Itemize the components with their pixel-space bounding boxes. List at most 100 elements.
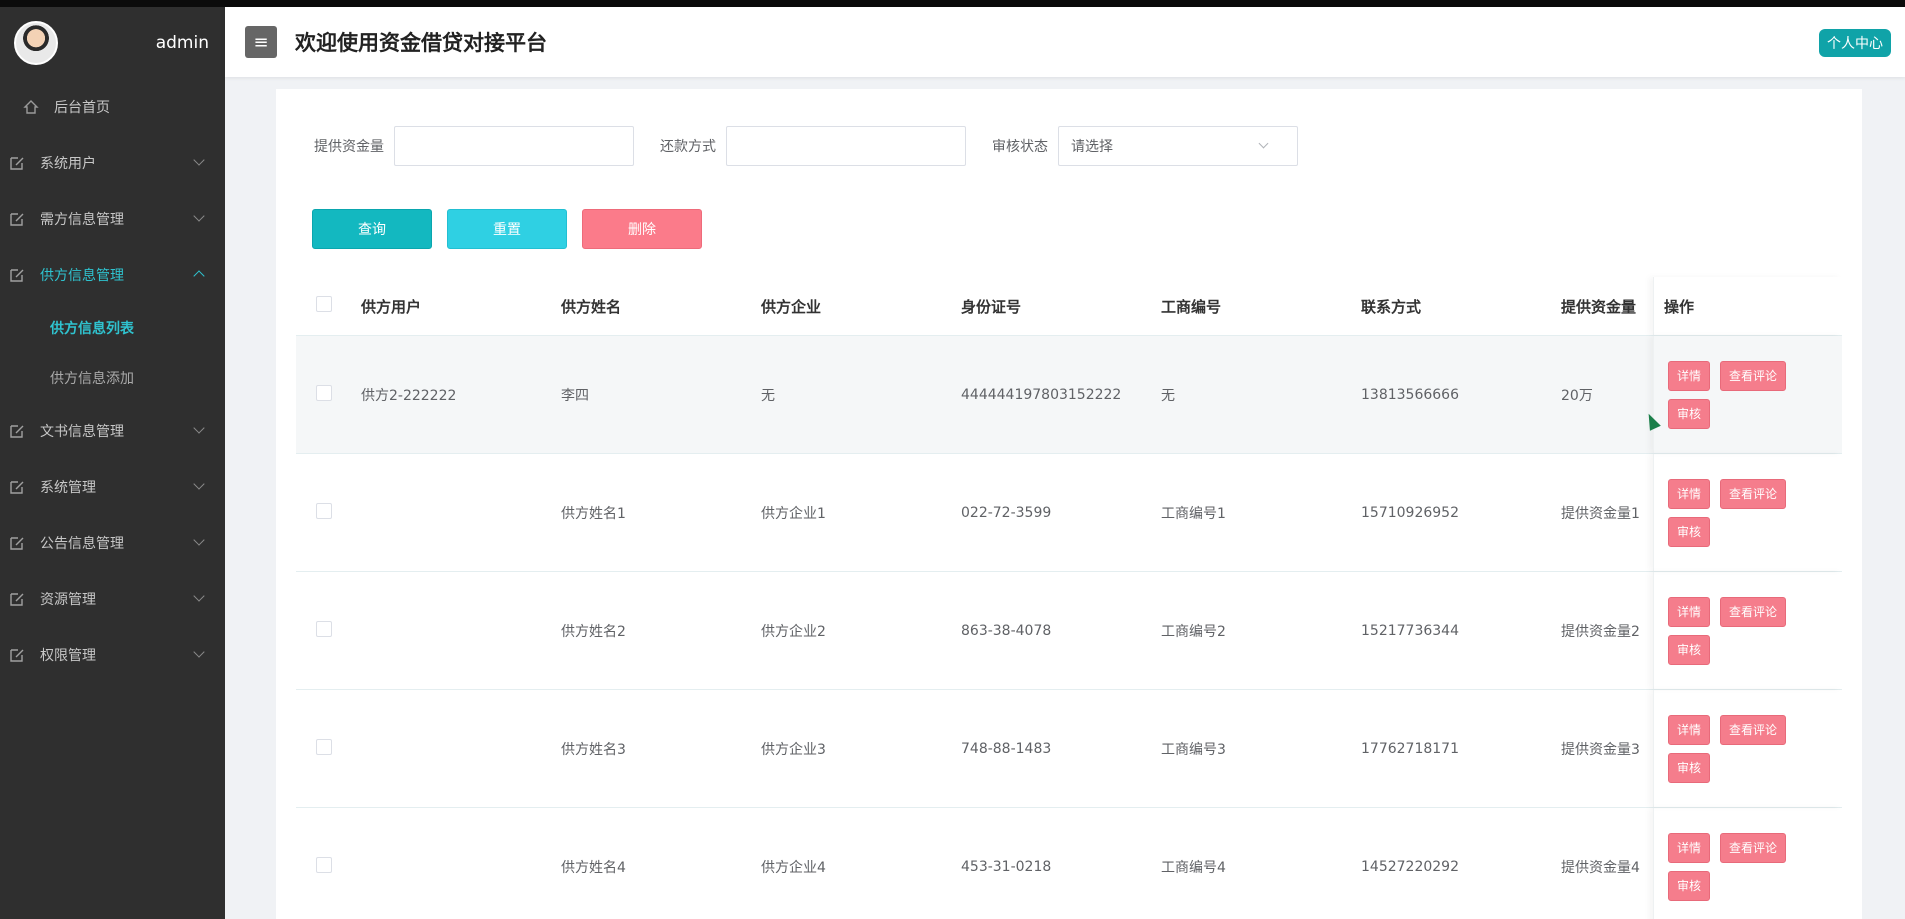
col-header-contact: 联系方式 [1361,297,1422,316]
sidebar-item-permissions[interactable]: 权限管理 [0,627,225,683]
status-select-placeholder: 请选择 [1071,139,1113,155]
table-row: 供方2-222222 李四 无 444444197803152222 无 138… [296,336,1842,454]
chevron-down-icon [1258,138,1269,149]
sidebar-subitem-supply-add[interactable]: 供方信息添加 [0,353,225,403]
sidebar-item-label: 系统管理 [40,480,96,496]
sidebar-item-label: 供方信息管理 [40,268,124,284]
table-row: 供方姓名3 供方企业3 748-88-1483 工商编号3 1776271817… [296,690,1842,808]
edit-icon [8,590,26,608]
cell-operations: 详情 查看评论 审核 [1653,690,1842,807]
audit-button[interactable]: 审核 [1668,752,1711,783]
cell-supplier-name: 供方姓名4 [561,859,626,876]
detail-button[interactable]: 详情 [1668,360,1711,391]
view-comments-button[interactable]: 查看评论 [1720,714,1787,745]
row-checkbox[interactable] [316,738,332,755]
cell-amount: 提供资金量2 [1561,623,1640,640]
audit-button[interactable]: 审核 [1668,516,1711,547]
edit-icon [8,534,26,552]
cell-business-number: 无 [1161,387,1175,404]
audit-button[interactable]: 审核 [1668,398,1711,429]
row-check-cell [296,502,361,523]
cell-id-number: 748-88-1483 [961,740,1052,757]
sidebar-item-document-info[interactable]: 文书信息管理 [0,403,225,459]
sidebar-item-announcement[interactable]: 公告信息管理 [0,515,225,571]
window-top-bar [0,0,1905,7]
audit-button[interactable]: 审核 [1668,870,1711,901]
sidebar-item-home[interactable]: 后台首页 [0,79,225,135]
content-card: 提供资金量 还款方式 审核状态 请选择 查询 重置 删除 供方用户 供方姓名 供… [276,89,1862,919]
cell-amount: 提供资金量1 [1561,505,1640,522]
home-icon [22,98,40,116]
col-header-operations: 操作 [1653,277,1842,335]
detail-button[interactable]: 详情 [1668,596,1711,627]
row-check-cell [296,620,361,641]
cell-id-number: 453-31-0218 [961,858,1052,875]
select-all-checkbox[interactable] [316,296,332,312]
status-filter-select[interactable]: 请选择 [1058,126,1298,166]
cell-operations: 详情 查看评论 审核 [1653,336,1842,453]
sidebar-item-system-users[interactable]: 系统用户 [0,135,225,191]
sidebar-item-label: 资源管理 [40,592,96,608]
view-comments-button[interactable]: 查看评论 [1720,478,1787,509]
chevron-down-icon [193,210,205,222]
repay-filter-input[interactable] [726,126,966,166]
profile-center-button[interactable]: 个人中心 [1819,29,1891,57]
row-checkbox[interactable] [316,856,332,873]
cell-supplier-name: 李四 [561,387,589,404]
detail-button[interactable]: 详情 [1668,832,1711,863]
edit-icon [8,422,26,440]
query-button[interactable]: 查询 [312,209,432,249]
chevron-down-icon [193,478,205,490]
cell-contact: 15710926952 [1361,504,1459,521]
detail-button[interactable]: 详情 [1668,714,1711,745]
cell-operations: 详情 查看评论 审核 [1653,572,1842,689]
view-comments-button[interactable]: 查看评论 [1720,596,1787,627]
sidebar-subitem-supply-list[interactable]: 供方信息列表 [0,303,225,353]
chevron-up-icon [193,270,205,282]
cell-supplier-company: 供方企业2 [761,623,826,640]
cell-amount: 提供资金量3 [1561,741,1640,758]
amount-filter-input[interactable] [394,126,634,166]
cell-supplier-company: 无 [761,387,775,404]
detail-button[interactable]: 详情 [1668,478,1711,509]
row-check-cell [296,856,361,877]
reset-button[interactable]: 重置 [447,209,567,249]
chevron-down-icon [193,154,205,166]
row-check-cell [296,738,361,759]
sidebar-item-label: 公告信息管理 [40,536,124,552]
sidebar-item-supply-info[interactable]: 供方信息管理 [0,247,225,303]
table-row: 供方姓名2 供方企业2 863-38-4078 工商编号2 1521773634… [296,572,1842,690]
filter-bar: 提供资金量 还款方式 审核状态 请选择 [314,126,1298,166]
sidebar-item-system-manage[interactable]: 系统管理 [0,459,225,515]
chevron-down-icon [193,646,205,658]
sidebar-header: admin [0,7,225,79]
audit-button[interactable]: 审核 [1668,634,1711,665]
view-comments-button[interactable]: 查看评论 [1720,832,1787,863]
cell-supplier-user: 供方2-222222 [361,387,457,404]
sidebar-item-demand-info[interactable]: 需方信息管理 [0,191,225,247]
cell-contact: 13813566666 [1361,386,1459,403]
row-checkbox[interactable] [316,502,332,519]
avatar[interactable] [14,21,58,65]
col-header-supplier-user: 供方用户 [361,297,422,316]
cell-contact: 14527220292 [1361,858,1459,875]
sidebar-username: admin [155,33,209,53]
supply-table: 供方用户 供方姓名 供方企业 身份证号 工商编号 联系方式 提供资金量 操作 供… [296,277,1842,919]
row-checkbox[interactable] [316,384,332,401]
menu-toggle-button[interactable]: ≡ [245,26,277,58]
sidebar-menu: 后台首页 系统用户 需方信息管理 供方信息管理 供方信息列表 供方信息添加 文书… [0,79,225,683]
cell-supplier-company: 供方企业3 [761,741,826,758]
amount-filter-label: 提供资金量 [314,139,384,155]
col-header-supplier-name: 供方姓名 [561,297,622,316]
table-header: 供方用户 供方姓名 供方企业 身份证号 工商编号 联系方式 提供资金量 操作 [296,277,1842,336]
repay-filter-label: 还款方式 [660,139,716,155]
chevron-down-icon [193,534,205,546]
delete-button[interactable]: 删除 [582,209,702,249]
row-checkbox[interactable] [316,620,332,637]
sidebar-item-resources[interactable]: 资源管理 [0,571,225,627]
status-filter-label: 审核状态 [992,139,1048,155]
sidebar-submenu: 供方信息列表 供方信息添加 [0,303,225,403]
cell-supplier-company: 供方企业1 [761,505,826,522]
view-comments-button[interactable]: 查看评论 [1720,360,1787,391]
edit-icon [8,266,26,284]
